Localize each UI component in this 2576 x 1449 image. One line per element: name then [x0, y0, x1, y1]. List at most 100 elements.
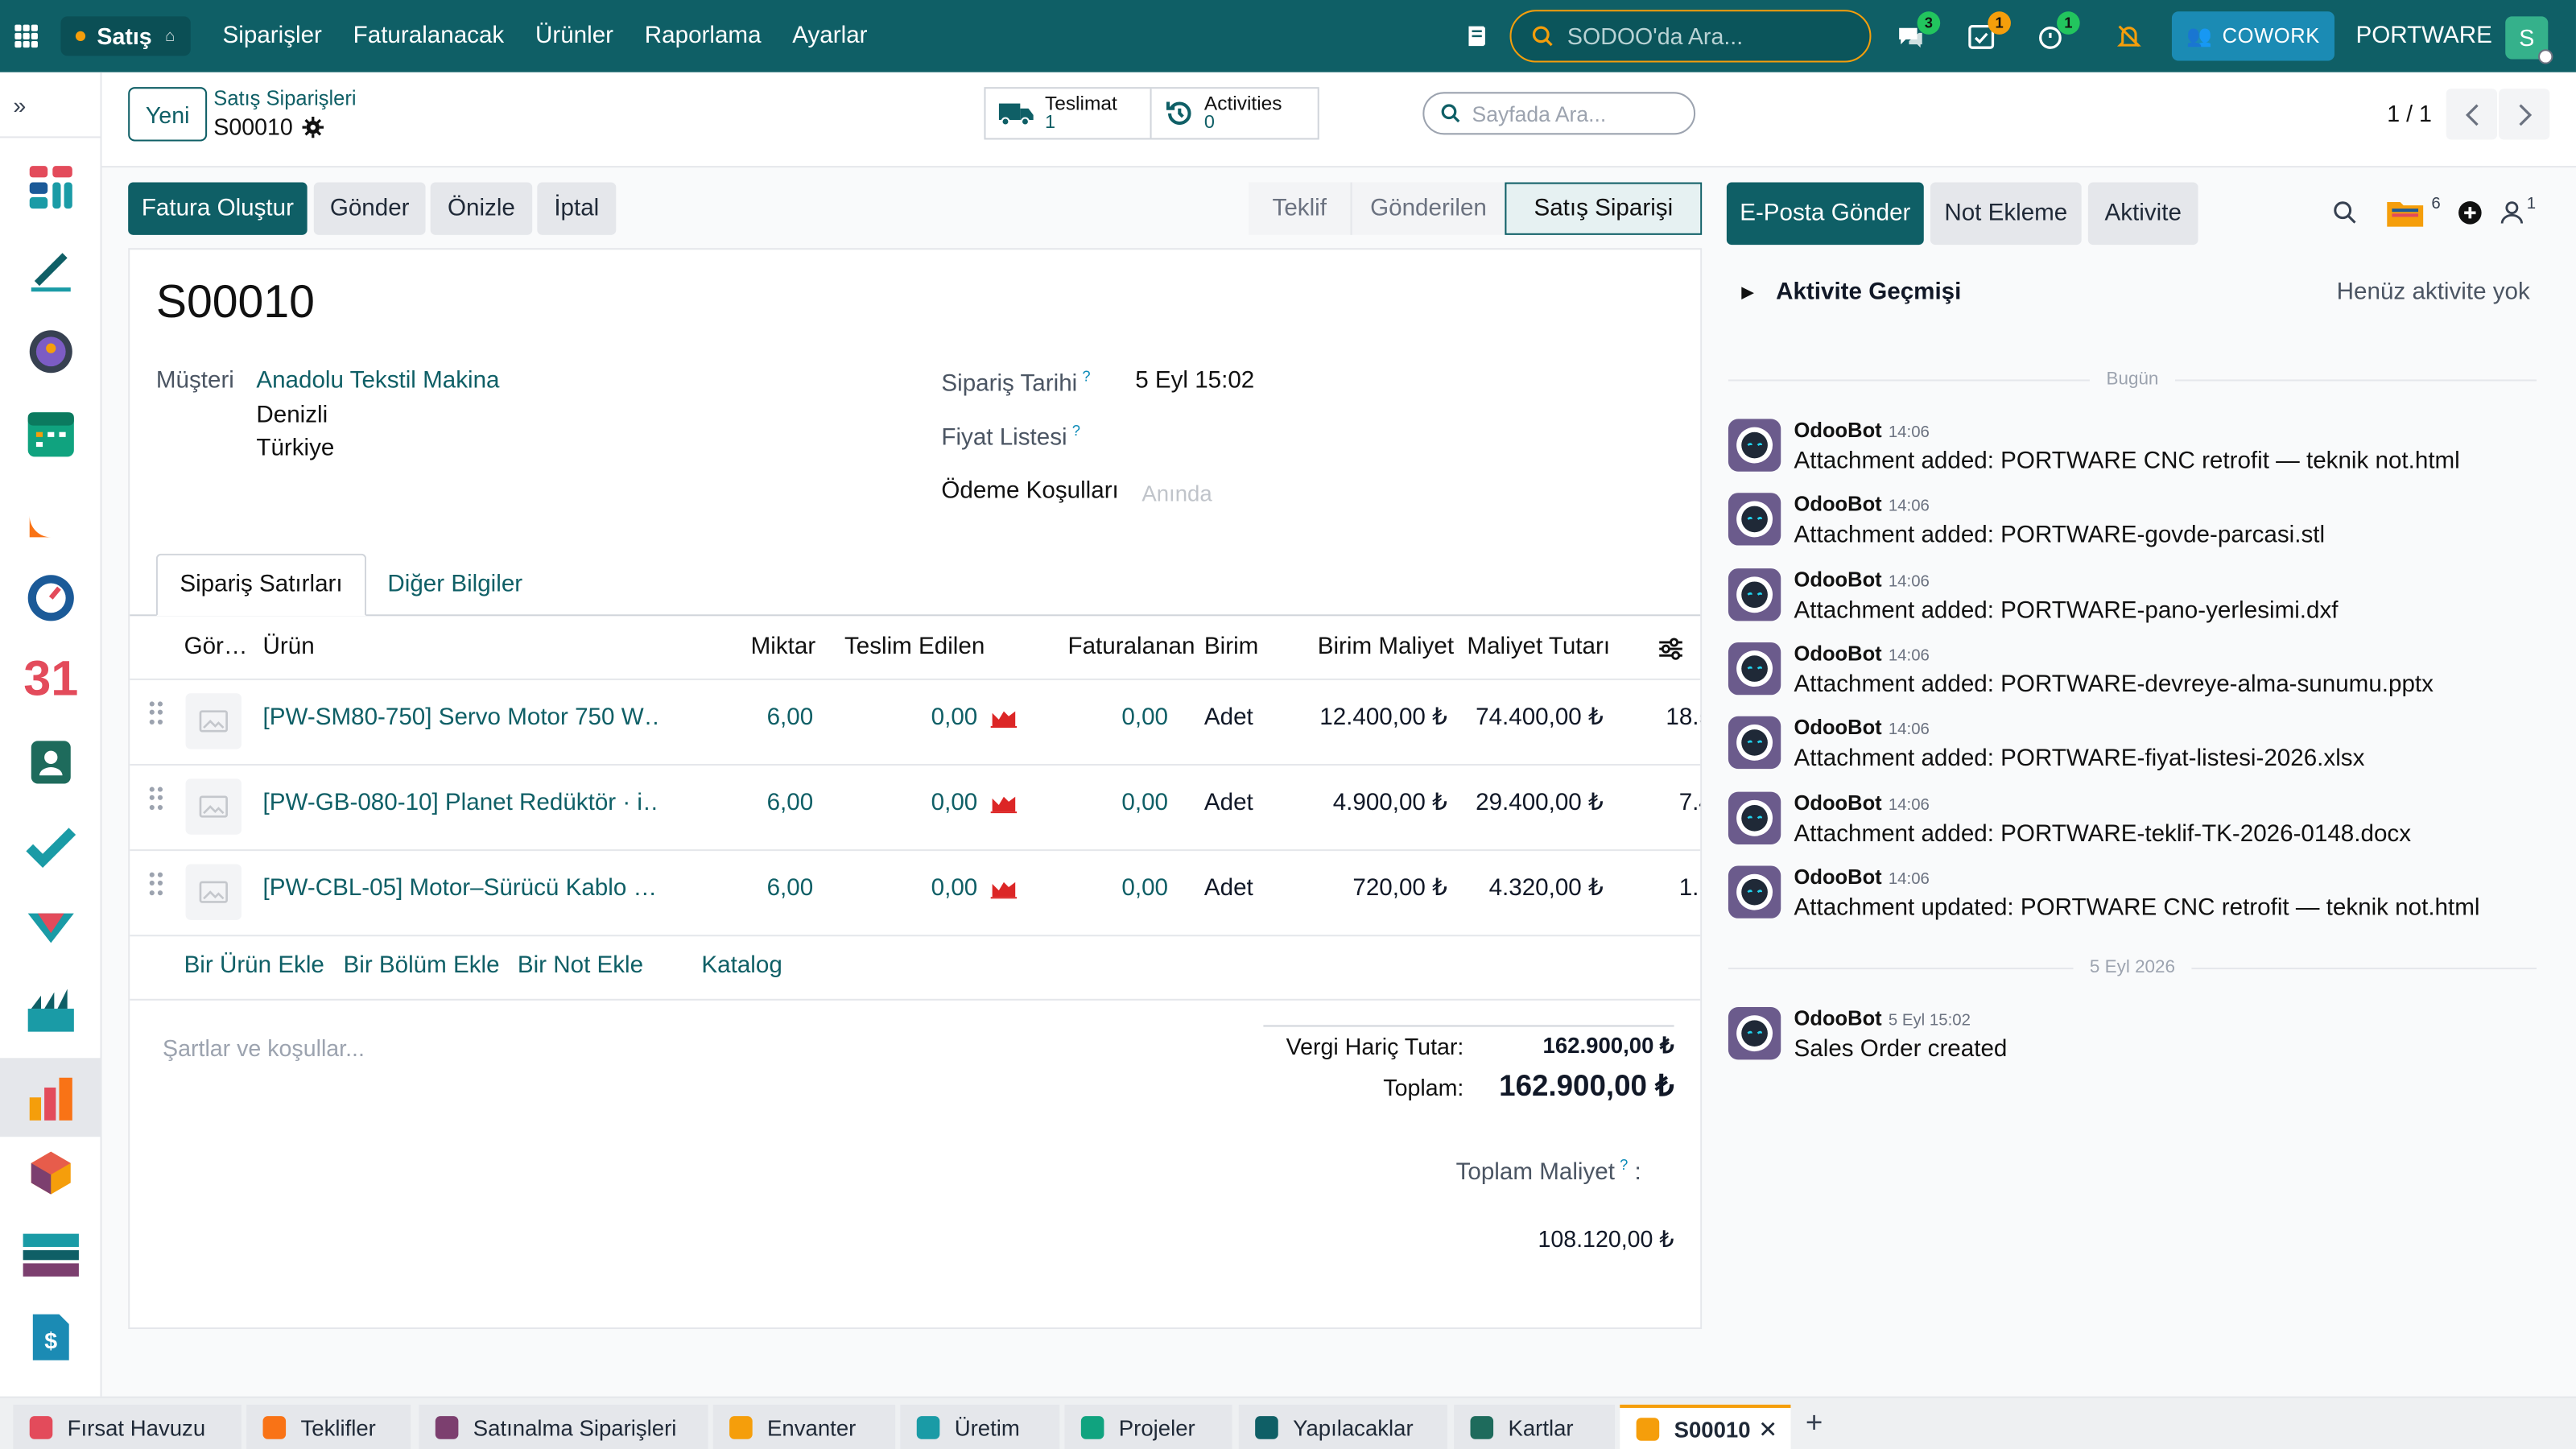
line-invoiced[interactable]: 0,00: [1083, 876, 1168, 902]
add-follower-icon[interactable]: [2458, 200, 2483, 230]
line-product[interactable]: [PW-SM80-750] Servo Motor 750 W…: [263, 705, 658, 732]
bottom-tab[interactable]: Fırsat Havuzu: [13, 1404, 242, 1449]
stage-sales-order[interactable]: Satış Siparişi: [1505, 182, 1703, 235]
line-unit-cost[interactable]: 4.900,00 ₺: [1280, 791, 1447, 817]
pricelist-field[interactable]: [1135, 414, 1677, 456]
order-date-value[interactable]: 5 Eyl 15:02: [1135, 368, 1254, 394]
help-icon[interactable]: ?: [1082, 368, 1090, 384]
followers-icon[interactable]: [2500, 200, 2524, 230]
line-quantity[interactable]: 6,00: [721, 705, 814, 732]
col-image[interactable]: Gör…: [184, 634, 248, 661]
line-unit-cost[interactable]: 12.400,00 ₺: [1280, 705, 1447, 732]
pager-previous-icon[interactable]: [2446, 89, 2498, 140]
app-switcher[interactable]: Satış ⌂: [60, 16, 190, 56]
contacts-app-icon[interactable]: [22, 733, 80, 791]
notifications-muted-icon[interactable]: [2112, 19, 2145, 52]
knowledge-book-icon[interactable]: [1460, 19, 1493, 52]
projects-app-icon[interactable]: [22, 815, 80, 873]
message-author[interactable]: OdooBot 14:06: [1794, 419, 1930, 442]
terms-input[interactable]: Şartlar ve koşullar...: [163, 1035, 365, 1062]
add-note-link[interactable]: Bir Not Ekle: [518, 953, 643, 980]
close-tab-icon[interactable]: ✕: [1758, 1415, 1777, 1443]
line-product[interactable]: [PW-GB-080-10] Planet Redüktör · i…: [263, 791, 658, 817]
activities-icon[interactable]: 1: [1965, 11, 2011, 52]
home-icon[interactable]: ⌂: [165, 27, 175, 45]
timer-icon[interactable]: 1: [2034, 11, 2080, 52]
stage-quotation[interactable]: Teklif: [1249, 182, 1351, 235]
send-button[interactable]: Gönder: [313, 182, 426, 235]
bottom-tab[interactable]: Satınalma Siparişleri: [419, 1404, 708, 1449]
breadcrumb-sales-orders[interactable]: Satış Siparişleri: [213, 87, 356, 110]
global-search-input[interactable]: SODOO'da Ara...: [1509, 10, 1872, 63]
apps-menu-icon[interactable]: [14, 24, 38, 48]
add-product-link[interactable]: Bir Ürün Ekle: [184, 953, 324, 980]
line-delivered[interactable]: 0,00: [852, 705, 978, 732]
line-invoiced[interactable]: 0,00: [1083, 705, 1168, 732]
menu-reporting[interactable]: Raporlama: [645, 23, 762, 50]
customer-name[interactable]: Anadolu Tekstil Makina: [256, 368, 499, 394]
stage-sent[interactable]: Gönderilen: [1350, 182, 1505, 235]
bottom-tab[interactable]: S00010 ✕: [1620, 1404, 1791, 1449]
line-delivered[interactable]: 0,00: [852, 876, 978, 902]
help-icon[interactable]: ?: [1620, 1157, 1628, 1173]
col-product[interactable]: Ürün: [263, 634, 315, 661]
line-product[interactable]: [PW-CBL-05] Motor–Sürücü Kablo …: [263, 876, 658, 902]
caret-right-icon[interactable]: ▶: [1741, 284, 1754, 302]
col-delivered[interactable]: Teslim Edilen: [844, 634, 985, 661]
menu-products[interactable]: Ürünler: [535, 23, 613, 50]
col-uom[interactable]: Birim: [1204, 634, 1258, 661]
calendar-31-icon[interactable]: 31: [22, 650, 80, 709]
table-row[interactable]: [PW-GB-080-10] Planet Redüktör · i… 6,00…: [130, 766, 1701, 852]
pager-next-icon[interactable]: [2499, 89, 2550, 140]
forecast-chart-icon[interactable]: [990, 707, 1018, 733]
bottom-tab[interactable]: Yapılacaklar: [1238, 1404, 1447, 1449]
add-section-link[interactable]: Bir Bölüm Ekle: [344, 953, 500, 980]
preview-button[interactable]: Önizle: [430, 182, 533, 235]
line-uom[interactable]: Adet: [1204, 705, 1253, 732]
payment-terms-input[interactable]: Anında: [1141, 481, 1212, 506]
cowork-button[interactable]: 👥 COWORK: [2171, 11, 2334, 61]
line-uom[interactable]: Adet: [1204, 791, 1253, 817]
line-quantity[interactable]: 6,00: [721, 876, 814, 902]
activity-history-toggle[interactable]: Aktivite Geçmişi: [1776, 279, 1961, 306]
line-uom[interactable]: Adet: [1204, 876, 1253, 902]
col-cost-total[interactable]: Maliyet Tutarı: [1467, 634, 1610, 661]
bottom-tab[interactable]: Üretim: [900, 1404, 1060, 1449]
messages-icon[interactable]: 3: [1894, 11, 1941, 52]
log-note-button[interactable]: Not Ekleme: [1930, 182, 2082, 246]
help-icon[interactable]: ?: [1072, 422, 1080, 438]
sidebar-toggle-icon[interactable]: »: [0, 72, 102, 138]
table-row[interactable]: [PW-CBL-05] Motor–Sürücü Kablo … 6,00 0,…: [130, 851, 1701, 937]
message-author[interactable]: OdooBot 14:06: [1794, 568, 1930, 591]
create-invoice-button[interactable]: Fatura Oluştur: [128, 182, 308, 235]
user-avatar[interactable]: S: [2505, 16, 2553, 64]
bottom-tab[interactable]: Projeler: [1064, 1404, 1232, 1449]
new-record-button[interactable]: Yeni: [128, 87, 208, 142]
dashboard-app-icon[interactable]: [22, 158, 80, 217]
cancel-button[interactable]: İptal: [537, 182, 617, 235]
message-author[interactable]: OdooBot 14:06: [1794, 791, 1930, 815]
pager-value[interactable]: 1 / 1: [2387, 100, 2432, 126]
search-icon[interactable]: [2333, 200, 2358, 230]
col-invoiced[interactable]: Faturalanan: [1068, 634, 1195, 661]
col-quantity[interactable]: Miktar: [751, 634, 816, 661]
bottom-tab[interactable]: Teklifler: [246, 1404, 411, 1449]
message-author[interactable]: OdooBot 14:06: [1794, 493, 1930, 517]
bottom-tab[interactable]: Kartlar: [1454, 1404, 1616, 1449]
timesheet-app-icon[interactable]: [22, 568, 80, 627]
line-unit-cost[interactable]: 720,00 ₺: [1280, 876, 1447, 902]
drag-handle-icon[interactable]: [149, 701, 163, 724]
page-search-input[interactable]: Sayfada Ara...: [1422, 92, 1696, 135]
tab-order-lines[interactable]: Sipariş Satırları: [155, 553, 367, 617]
catalog-link[interactable]: Katalog: [701, 953, 782, 980]
menu-orders[interactable]: Siparişler: [223, 23, 322, 50]
col-unit-cost[interactable]: Birim Maliyet: [1318, 634, 1454, 661]
table-row[interactable]: [PW-SM80-750] Servo Motor 750 W… 6,00 0,…: [130, 680, 1701, 766]
crm-app-icon[interactable]: [22, 897, 80, 956]
sign-app-icon[interactable]: [22, 240, 80, 299]
line-invoiced[interactable]: 0,00: [1083, 791, 1168, 817]
delivery-smart-button[interactable]: Teslimat 1: [985, 89, 1152, 138]
add-tab-icon[interactable]: +: [1806, 1406, 1823, 1441]
chat-app-icon[interactable]: [22, 486, 80, 545]
menu-to-invoice[interactable]: Faturalanacak: [353, 23, 505, 50]
